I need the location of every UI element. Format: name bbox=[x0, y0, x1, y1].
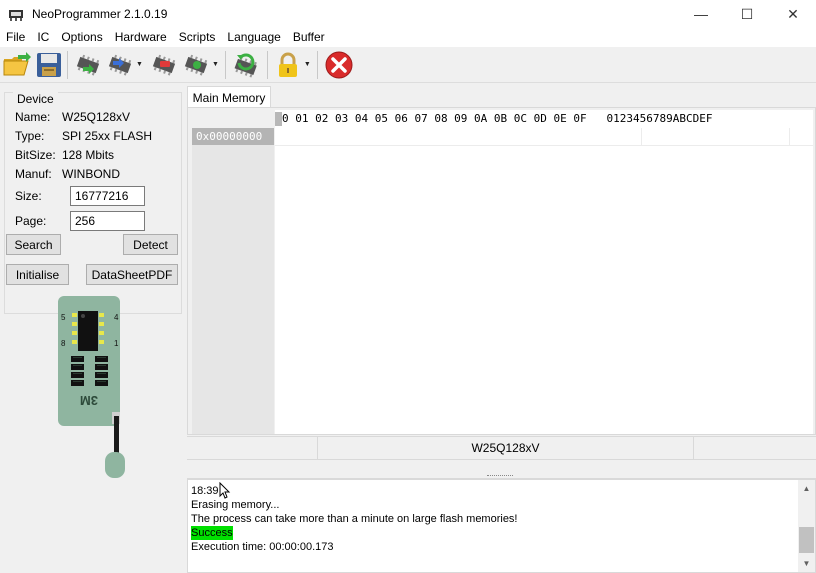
verify-chip-icon bbox=[184, 54, 208, 76]
erase-chip-icon bbox=[152, 54, 176, 76]
toolbar: ▼ ▼ ▼ bbox=[0, 47, 816, 83]
menu-options[interactable]: Options bbox=[55, 28, 108, 47]
name-value: W25Q128xV bbox=[62, 110, 131, 124]
verify-dropdown-arrow-icon[interactable]: ▼ bbox=[212, 61, 219, 68]
page-field[interactable]: 256 bbox=[70, 211, 145, 231]
auto-button[interactable] bbox=[231, 49, 261, 81]
tab-main-memory[interactable]: Main Memory bbox=[187, 86, 271, 108]
minimize-button[interactable]: — bbox=[678, 0, 724, 28]
log-line-warning: The process can take more than a minute … bbox=[191, 513, 518, 525]
toolbar-separator bbox=[266, 50, 268, 79]
log-line-time: 18:39: bbox=[191, 485, 222, 497]
menu-scripts[interactable]: Scripts bbox=[173, 28, 222, 47]
size-field[interactable]: 16777216 bbox=[70, 186, 145, 206]
hex-editor[interactable]: 0 01 02 03 04 05 06 07 08 09 0A 0B 0C 0D… bbox=[187, 107, 816, 435]
device-panel: Device Name: W25Q128xV Type: SPI 25xx FL… bbox=[0, 84, 186, 573]
save-button[interactable] bbox=[34, 49, 64, 81]
status-bar: W25Q128xV bbox=[187, 436, 816, 460]
title-bar: NeoProgrammer 2.1.0.19 — ☐ ✕ bbox=[0, 0, 816, 28]
status-chip-name: W25Q128xV bbox=[318, 437, 694, 460]
hex-header-bytes: 0 01 02 03 04 05 06 07 08 09 0A 0B 0C 0D… bbox=[282, 112, 587, 125]
menu-language[interactable]: Language bbox=[221, 28, 286, 47]
log-scrollbar[interactable]: ▲ ▼ bbox=[798, 480, 815, 572]
splitter-grip[interactable] bbox=[487, 475, 513, 477]
pin-label-5: 5 bbox=[61, 313, 66, 322]
device-group-title: Device bbox=[13, 92, 58, 106]
manuf-label: Manuf: bbox=[15, 167, 52, 181]
datasheet-button[interactable]: DataSheetPDF bbox=[86, 264, 178, 285]
pin-label-4: 4 bbox=[114, 313, 119, 322]
read-chip-icon bbox=[76, 54, 100, 76]
window-title: NeoProgrammer 2.1.0.19 bbox=[32, 7, 168, 21]
window-controls: — ☐ ✕ bbox=[678, 0, 816, 28]
save-icon bbox=[37, 52, 61, 77]
tab-strip: Main Memory bbox=[187, 84, 816, 108]
grid-line bbox=[275, 145, 813, 146]
log-line-exec-time: Execution time: 00:00:00.173 bbox=[191, 541, 334, 553]
close-button[interactable]: ✕ bbox=[770, 0, 816, 28]
panel-splitter[interactable] bbox=[187, 461, 816, 479]
pin-label-1: 1 bbox=[114, 339, 119, 348]
menu-hardware[interactable]: Hardware bbox=[109, 28, 173, 47]
type-value: SPI 25xx FLASH bbox=[62, 129, 153, 143]
verify-button[interactable]: ▼ bbox=[181, 49, 219, 81]
toolbar-separator bbox=[67, 50, 68, 79]
maximize-button[interactable]: ☐ bbox=[724, 0, 770, 28]
pin-label-8: 8 bbox=[61, 339, 66, 348]
menu-bar: File IC Options Hardware Scripts Languag… bbox=[0, 28, 816, 47]
lock-button[interactable]: ▼ bbox=[273, 49, 311, 81]
name-label: Name: bbox=[15, 110, 51, 124]
write-chip-icon bbox=[108, 54, 132, 76]
bitsize-label: BitSize: bbox=[15, 148, 56, 162]
address-column: 0x00000000 bbox=[192, 128, 274, 434]
write-button[interactable]: ▼ bbox=[105, 49, 143, 81]
auto-chip-icon bbox=[234, 53, 257, 78]
hex-header-ascii: 0123456789ABCDEF bbox=[606, 112, 713, 125]
open-button[interactable] bbox=[2, 49, 32, 81]
scroll-down-arrow-icon[interactable]: ▼ bbox=[798, 555, 815, 572]
size-label: Size: bbox=[15, 189, 42, 203]
grid-line bbox=[789, 128, 790, 145]
initialise-button[interactable]: Initialise bbox=[6, 264, 69, 285]
chip-adapter-illustration: 5 4 8 1 3M bbox=[58, 296, 125, 478]
adapter-label: 3M bbox=[80, 393, 98, 408]
open-icon bbox=[3, 51, 31, 75]
menu-ic[interactable]: IC bbox=[31, 28, 55, 47]
stop-icon bbox=[325, 51, 353, 78]
log-panel[interactable]: 18:39: Erasing memory... The process can… bbox=[187, 479, 816, 573]
erase-button[interactable] bbox=[149, 49, 179, 81]
menu-buffer[interactable]: Buffer bbox=[287, 28, 331, 47]
page-label: Page: bbox=[15, 214, 47, 228]
address-cell[interactable]: 0x00000000 bbox=[192, 128, 274, 145]
hex-cursor bbox=[275, 112, 282, 126]
type-label: Type: bbox=[15, 129, 45, 143]
app-icon bbox=[9, 10, 23, 21]
hex-column-header: 0 01 02 03 04 05 06 07 08 09 0A 0B 0C 0D… bbox=[275, 110, 813, 128]
manuf-value: WINBOND bbox=[62, 167, 120, 181]
lock-icon bbox=[278, 52, 297, 77]
status-cell-empty bbox=[187, 437, 318, 460]
log-line-success: Success bbox=[191, 526, 233, 540]
hex-data-grid[interactable] bbox=[275, 128, 813, 434]
toolbar-separator bbox=[224, 50, 226, 79]
stop-button[interactable] bbox=[323, 49, 355, 81]
search-button[interactable]: Search bbox=[6, 234, 61, 255]
toolbar-separator bbox=[316, 50, 318, 79]
lock-dropdown-arrow-icon[interactable]: ▼ bbox=[304, 61, 311, 68]
menu-file[interactable]: File bbox=[0, 28, 31, 47]
scroll-up-arrow-icon[interactable]: ▲ bbox=[798, 480, 815, 497]
read-button[interactable] bbox=[73, 49, 103, 81]
scrollbar-thumb[interactable] bbox=[799, 527, 814, 553]
status-cell-empty bbox=[694, 437, 816, 460]
bitsize-value: 128 Mbits bbox=[62, 148, 115, 162]
main-area: Main Memory 0 01 02 03 04 05 06 07 08 09… bbox=[187, 84, 816, 573]
grid-line bbox=[641, 128, 642, 145]
log-line-erasing: Erasing memory... bbox=[191, 499, 280, 511]
write-dropdown-arrow-icon[interactable]: ▼ bbox=[136, 61, 143, 68]
detect-button[interactable]: Detect bbox=[123, 234, 178, 255]
